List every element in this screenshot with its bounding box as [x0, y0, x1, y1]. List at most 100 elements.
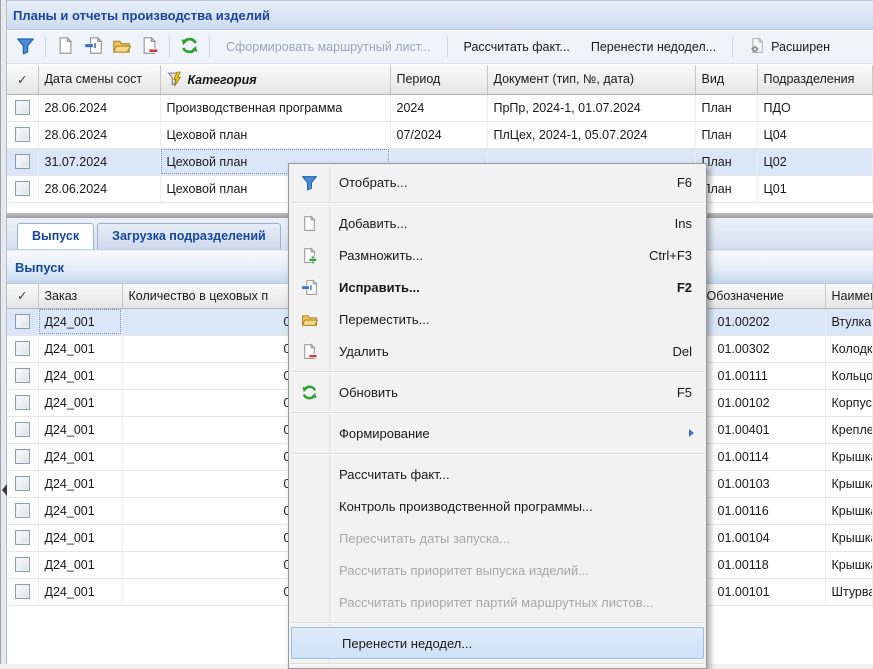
checkbox[interactable]: [15, 314, 30, 329]
carry-over-button[interactable]: Перенести недодел...: [582, 36, 725, 58]
cell-quantity[interactable]: 0: [122, 416, 297, 443]
cell-category[interactable]: Производственная программа: [160, 94, 390, 121]
row-checkbox-cell[interactable]: [7, 389, 38, 416]
row-checkbox-cell[interactable]: [7, 443, 38, 470]
cell-designation[interactable]: 01.00111: [700, 362, 825, 389]
row-checkbox-cell[interactable]: [7, 497, 38, 524]
tab-zagruzka-podrazdelenij[interactable]: Загрузка подразделений: [97, 223, 281, 249]
cell-departments[interactable]: ПДО: [757, 94, 873, 121]
advanced-button[interactable]: Расширен: [740, 33, 839, 61]
edit-button[interactable]: [81, 34, 106, 60]
cell-order[interactable]: Д24_001: [38, 443, 122, 470]
cell-quantity[interactable]: 0: [122, 524, 297, 551]
menu-item-control-program[interactable]: Контроль производственной программы...: [289, 490, 706, 522]
column-header-designation[interactable]: Обозначение: [700, 284, 825, 308]
row-checkbox-cell[interactable]: [7, 416, 38, 443]
column-header-quantity[interactable]: Количество в цеховых п: [122, 284, 297, 308]
cell-departments[interactable]: Ц04: [757, 121, 873, 148]
table-row[interactable]: 28.06.2024 Цеховой план 07/2024 ПлЦех, 2…: [7, 121, 873, 148]
row-checkbox-cell[interactable]: [7, 175, 38, 202]
cell-designation[interactable]: 01.00202: [700, 308, 825, 335]
filter-button[interactable]: [13, 34, 38, 60]
cell-departments[interactable]: Ц01: [757, 175, 873, 202]
menu-item-add[interactable]: Добавить... Ins: [289, 207, 706, 239]
table-row[interactable]: 28.06.2024 Производственная программа 20…: [7, 94, 873, 121]
checkbox[interactable]: [15, 395, 30, 410]
cell-order[interactable]: Д24_001: [38, 551, 122, 578]
column-header-kind[interactable]: Вид: [695, 65, 757, 94]
cell-order[interactable]: Д24_001: [38, 578, 122, 605]
checkbox[interactable]: [15, 100, 30, 115]
menu-item-refresh[interactable]: Обновить F5: [289, 376, 706, 408]
cell-kind[interactable]: План: [695, 121, 757, 148]
row-checkbox-cell[interactable]: [7, 94, 38, 121]
row-checkbox-cell[interactable]: [7, 308, 38, 335]
delete-button[interactable]: [137, 34, 162, 60]
menu-item-calc-fact[interactable]: Рассчитать факт...: [289, 458, 706, 490]
cell-designation[interactable]: 01.00101: [700, 578, 825, 605]
cell-name[interactable]: Кольцо: [825, 362, 873, 389]
checkbox[interactable]: [15, 181, 30, 196]
cell-designation[interactable]: 01.00116: [700, 497, 825, 524]
cell-designation[interactable]: 01.00102: [700, 389, 825, 416]
cell-quantity[interactable]: 0: [122, 389, 297, 416]
cell-order-focused[interactable]: Д24_001: [38, 308, 122, 335]
cell-date[interactable]: 31.07.2024: [38, 148, 160, 175]
menu-item-filter[interactable]: Отобрать... F6: [289, 166, 706, 198]
cell-designation[interactable]: 01.00302: [700, 335, 825, 362]
cell-departments[interactable]: Ц02: [757, 148, 873, 175]
cell-designation[interactable]: 01.00118: [700, 551, 825, 578]
cell-quantity[interactable]: 0: [122, 497, 297, 524]
column-header-departments[interactable]: Подразделения: [757, 65, 873, 94]
column-header-order[interactable]: Заказ: [38, 284, 122, 308]
cell-name[interactable]: Втулка: [825, 308, 873, 335]
checkbox[interactable]: [15, 422, 30, 437]
menu-item-delete[interactable]: Удалить Del: [289, 335, 706, 367]
cell-date[interactable]: 28.06.2024: [38, 175, 160, 202]
cell-order[interactable]: Д24_001: [38, 335, 122, 362]
cell-order[interactable]: Д24_001: [38, 389, 122, 416]
cell-name[interactable]: Крышка: [825, 524, 873, 551]
cell-quantity[interactable]: 0: [122, 578, 297, 605]
row-checkbox-cell[interactable]: [7, 524, 38, 551]
cell-document[interactable]: ПрПр, 2024-1, 01.07.2024: [487, 94, 695, 121]
menu-item-formirovanie[interactable]: Формирование: [289, 417, 706, 449]
cell-name[interactable]: Штурва: [825, 578, 873, 605]
checkbox[interactable]: [15, 449, 30, 464]
column-header-date[interactable]: Дата смены сост: [38, 65, 160, 94]
cell-designation[interactable]: 01.00114: [700, 443, 825, 470]
cell-quantity[interactable]: 0: [122, 308, 297, 335]
row-checkbox-cell[interactable]: [7, 470, 38, 497]
add-button[interactable]: [53, 34, 78, 60]
cell-name[interactable]: Крышка: [825, 551, 873, 578]
check-column-header[interactable]: ✓: [7, 284, 38, 308]
menu-item-edit[interactable]: Исправить... F2: [289, 271, 706, 303]
refresh-button[interactable]: [177, 34, 202, 60]
cell-order[interactable]: Д24_001: [38, 497, 122, 524]
row-checkbox-cell[interactable]: [7, 335, 38, 362]
cell-name[interactable]: Колодк: [825, 335, 873, 362]
checkbox[interactable]: [15, 503, 30, 518]
menu-item-duplicate[interactable]: Размножить... Ctrl+F3: [289, 239, 706, 271]
row-checkbox-cell[interactable]: [7, 121, 38, 148]
left-splitter-gutter[interactable]: [0, 0, 7, 664]
checkbox[interactable]: [15, 530, 30, 545]
checkbox[interactable]: [15, 476, 30, 491]
move-button[interactable]: [109, 34, 134, 60]
cell-order[interactable]: Д24_001: [38, 416, 122, 443]
calc-fact-button[interactable]: Рассчитать факт...: [455, 36, 579, 58]
check-column-header[interactable]: ✓: [7, 65, 38, 94]
cell-designation[interactable]: 01.00401: [700, 416, 825, 443]
menu-item-carry-over-highlighted[interactable]: Перенести недодел...: [291, 627, 704, 659]
column-header-document[interactable]: Документ (тип, №, дата): [487, 65, 695, 94]
cell-quantity[interactable]: 0: [122, 551, 297, 578]
menu-item-move[interactable]: Переместить...: [289, 303, 706, 335]
row-checkbox-cell[interactable]: [7, 578, 38, 605]
cell-name[interactable]: Корпус: [825, 389, 873, 416]
cell-designation[interactable]: 01.00104: [700, 524, 825, 551]
cell-quantity[interactable]: 0: [122, 443, 297, 470]
checkbox[interactable]: [15, 557, 30, 572]
checkbox[interactable]: [15, 127, 30, 142]
cell-period[interactable]: 07/2024: [390, 121, 487, 148]
cell-name[interactable]: Крышка: [825, 443, 873, 470]
